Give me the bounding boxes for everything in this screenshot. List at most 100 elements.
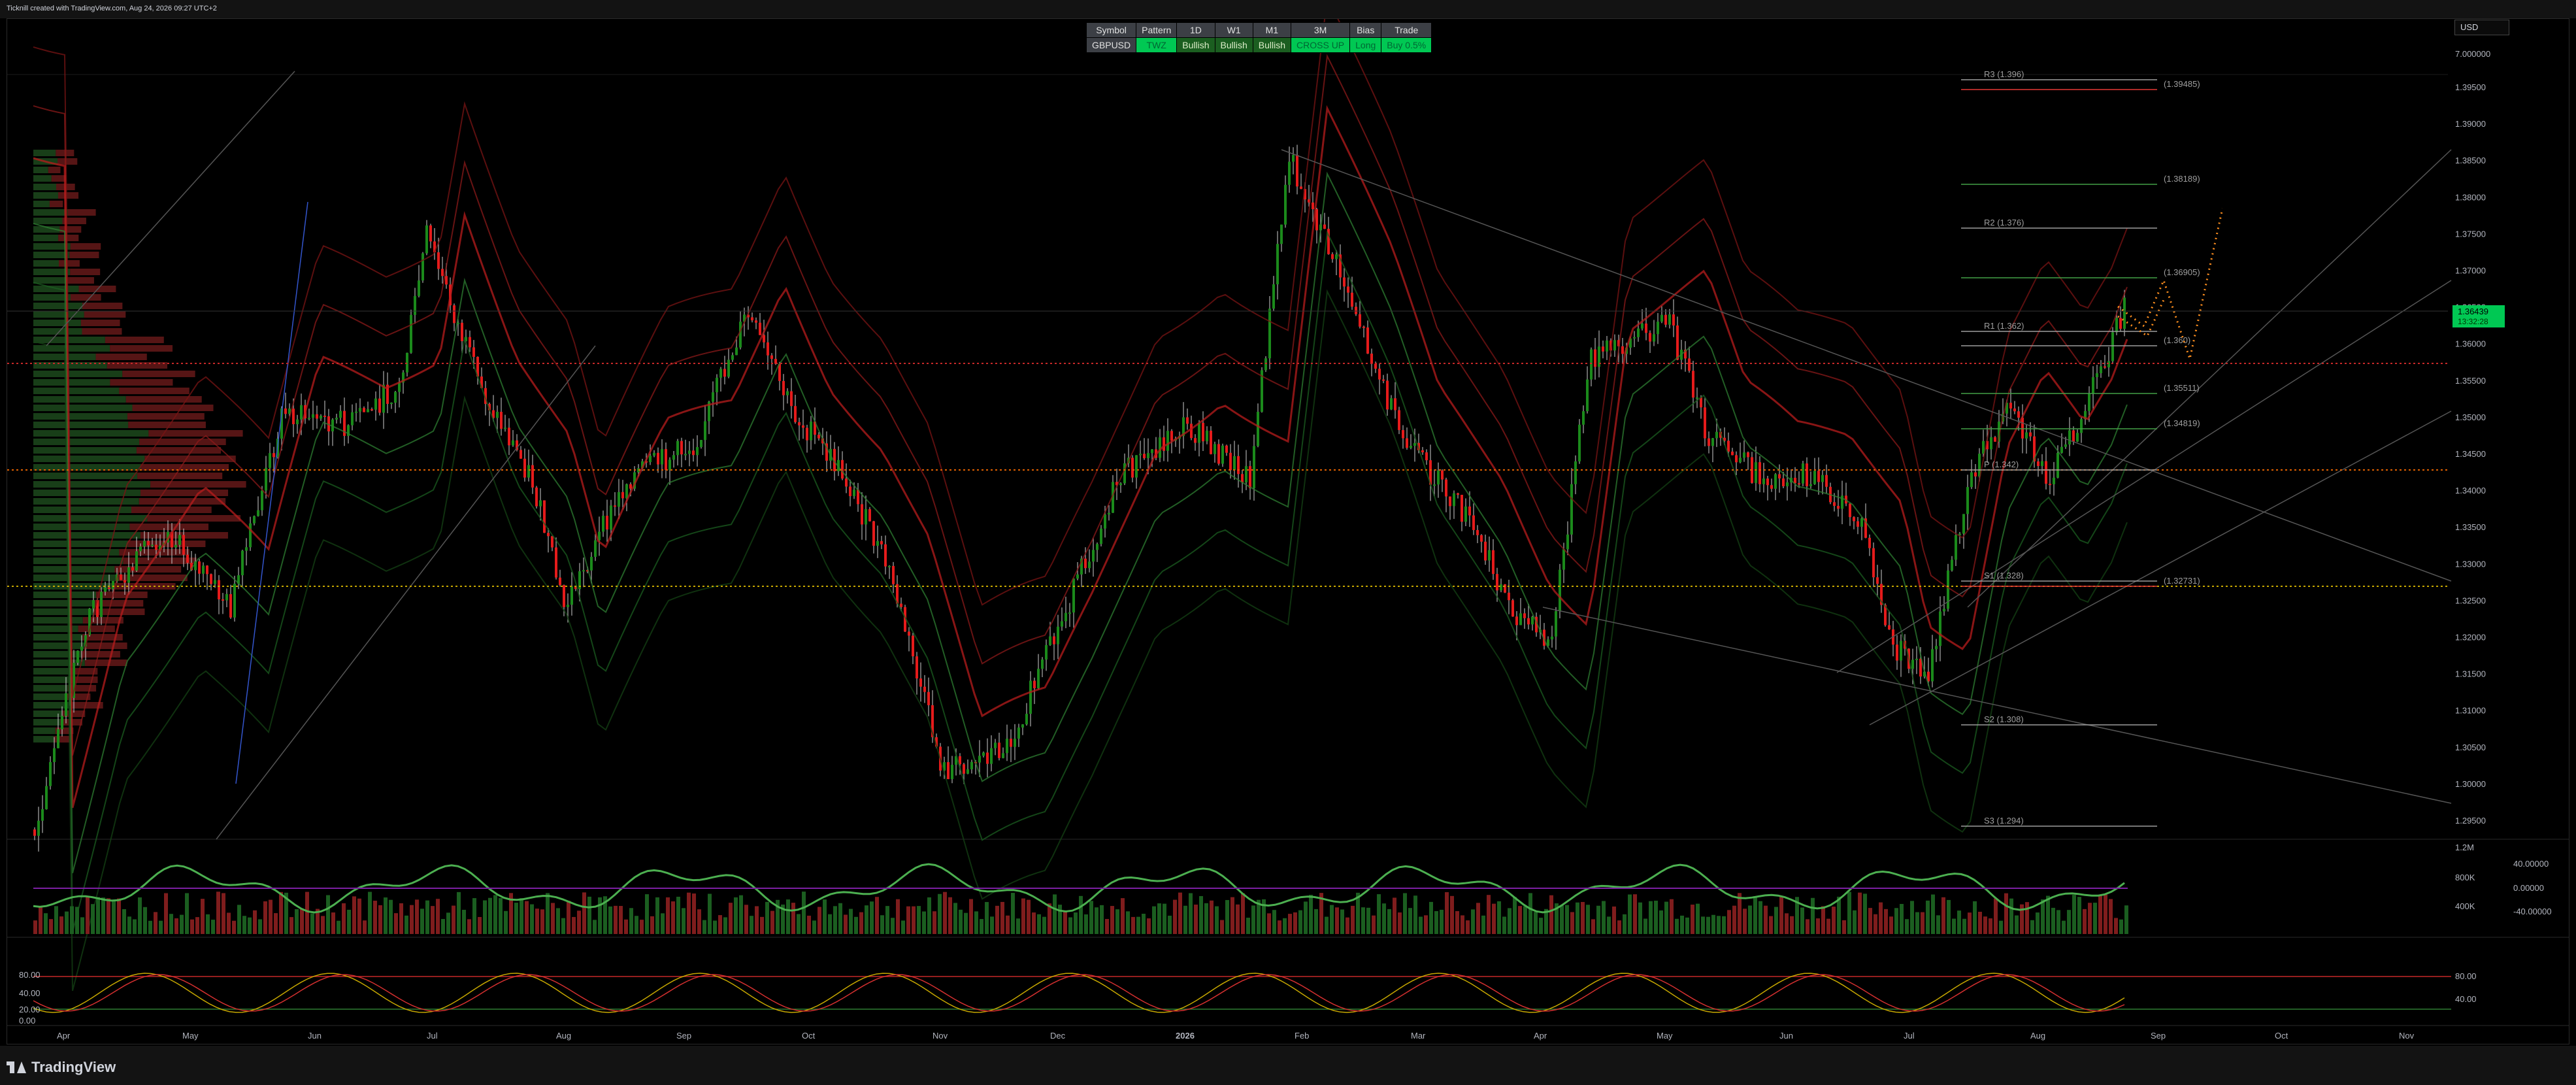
candle-body	[2100, 366, 2102, 374]
trend-line	[1281, 149, 2452, 582]
volume-bar	[326, 895, 330, 934]
volume-bar	[854, 916, 858, 934]
volume-profile-bar	[33, 345, 110, 352]
candle-body	[61, 716, 63, 729]
volume-bar	[452, 905, 455, 934]
candle-body	[1849, 503, 1851, 518]
volume-profile-bar	[96, 592, 148, 598]
volume-bar	[1570, 912, 1574, 934]
volume-profile-bar	[59, 226, 82, 233]
volume-bar	[525, 901, 529, 934]
candle-body	[1245, 466, 1247, 483]
volume-profile-bar	[33, 710, 62, 717]
candle-body	[692, 450, 695, 456]
volume-bar	[493, 895, 497, 934]
candle-body	[1421, 450, 1424, 453]
volume-bar	[650, 916, 654, 934]
volume-bar	[504, 910, 508, 934]
volume-profile-bar	[105, 337, 164, 343]
volume-bar	[1816, 918, 1820, 934]
candle-body	[1900, 641, 1902, 661]
volume-bar	[2056, 910, 2060, 934]
val-1d: Bullish	[1176, 37, 1215, 53]
volume-bar	[289, 917, 293, 934]
candle-body	[1410, 446, 1412, 448]
volume-bar	[75, 907, 79, 934]
volume-bar	[263, 901, 267, 934]
stoch-d-line	[33, 974, 2125, 1012]
volume-profile-bar	[144, 456, 236, 462]
candle-body	[1664, 314, 1667, 325]
volume-bar	[1732, 905, 1736, 934]
volume-profile-bar	[127, 413, 205, 420]
candle-body	[676, 441, 679, 456]
volume-bar	[687, 892, 691, 934]
tradingview-logo[interactable]: TradingView	[7, 1059, 116, 1076]
volume-bar	[1717, 916, 1721, 934]
volume-bar	[154, 912, 157, 934]
volume-bar	[368, 892, 372, 934]
chart-area[interactable]: 7.000000 1.39500 1.39000 1.38500 1.38000 1.37…	[7, 18, 2569, 1044]
candle-body	[425, 225, 428, 254]
candle-body	[723, 369, 726, 377]
volume-bar	[1649, 901, 1653, 934]
volume-bar	[1696, 903, 1700, 934]
signal-table-header: Symbol Pattern 1D W1 M1 3M Bias Trade	[1085, 22, 1432, 38]
candle-body	[919, 678, 922, 687]
volume-bar	[1283, 918, 1287, 934]
volume-bar	[258, 919, 262, 934]
volume-profile-bar	[147, 515, 241, 522]
volume-profile-bar	[123, 558, 197, 564]
candle-body	[1147, 453, 1149, 459]
time-axis-label: 2026	[1176, 1031, 1195, 1041]
volume-profile-bar	[67, 277, 94, 284]
candle-body	[1621, 346, 1624, 354]
volume-bar	[342, 903, 346, 934]
price-chart-svg[interactable]: 7.000000 1.39500 1.39000 1.38500 1.38000 1.37…	[7, 19, 2569, 1044]
volume-bar	[2041, 899, 2045, 934]
candle-body	[1480, 535, 1483, 542]
candle-body	[261, 490, 263, 510]
candle-body	[786, 391, 789, 395]
candle-body	[1676, 325, 1679, 360]
volume-bar	[2015, 915, 2019, 934]
candle-body	[1233, 456, 1236, 471]
volume-bar	[1549, 895, 1553, 934]
volume-bar	[405, 915, 408, 934]
candle-body	[445, 276, 448, 285]
candle-body	[390, 403, 393, 405]
candle-body	[1288, 161, 1291, 185]
countdown-label: 13:32:28	[2458, 317, 2488, 326]
candle-body	[37, 820, 40, 836]
volume-profile-bar	[137, 473, 223, 479]
candle-body	[1382, 379, 1385, 381]
volume-bar	[567, 901, 570, 934]
candle-body	[845, 478, 848, 487]
volume-bar	[1638, 902, 1642, 934]
price-scale-label: 1.37500	[2455, 229, 2486, 239]
time-axis-label: Dec	[1050, 1031, 1066, 1041]
candle-body	[570, 586, 573, 605]
volume-profile-bar	[33, 150, 56, 156]
volume-bar	[765, 901, 769, 934]
volume-bar	[1952, 918, 1956, 934]
candle-body	[1276, 244, 1279, 284]
candle-body	[2053, 477, 2055, 484]
candle-body	[1100, 528, 1102, 544]
volume-bar	[1983, 916, 1987, 934]
volume-bar	[1163, 903, 1166, 934]
volume-bar	[629, 908, 633, 934]
candle-body	[1076, 574, 1079, 579]
candle-body	[1782, 478, 1785, 486]
volume-profile-bar	[33, 422, 129, 428]
candle-body	[316, 414, 318, 419]
candle-body	[527, 465, 530, 478]
candle-body	[1108, 512, 1110, 515]
volume-profile-bar	[128, 422, 206, 428]
volume-bar	[1962, 918, 1966, 934]
volume-bar	[1011, 893, 1015, 934]
currency-select[interactable]: USD	[2454, 20, 2509, 35]
volume-bar	[1670, 899, 1674, 934]
candle-body	[735, 347, 738, 356]
candle-body	[966, 769, 969, 774]
